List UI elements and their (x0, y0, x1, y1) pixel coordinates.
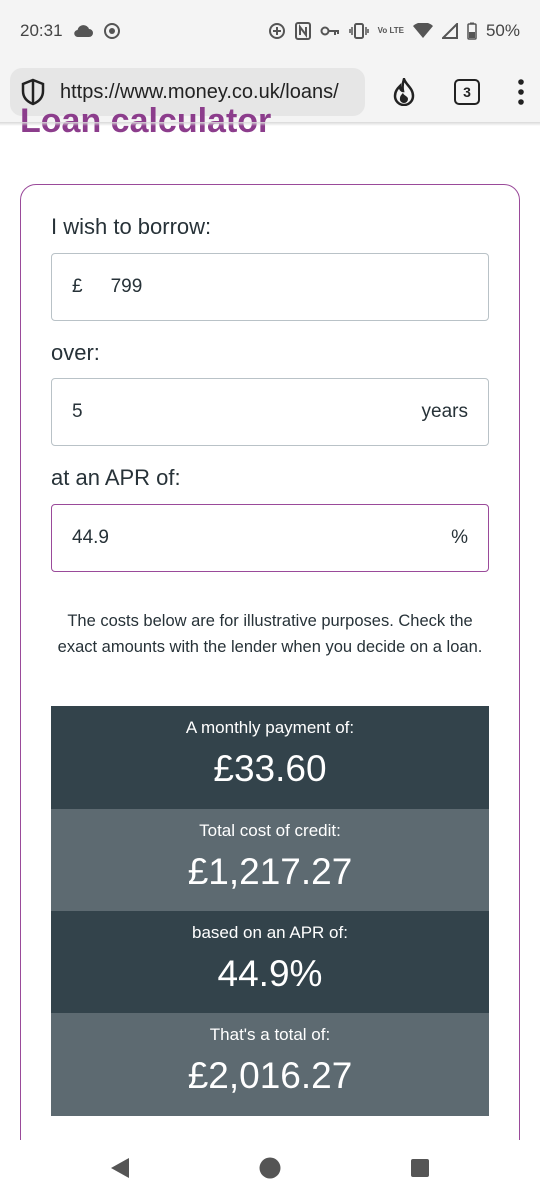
sync-icon (103, 22, 121, 40)
term-field[interactable]: 5 years (51, 378, 489, 446)
fire-icon[interactable] (392, 78, 416, 106)
apr-result: based on an APR of: 44.9% (51, 911, 489, 1014)
signal-icon (441, 23, 458, 39)
battery-percent: 50% (485, 21, 520, 40)
home-circle-icon[interactable] (259, 1157, 281, 1184)
url-text[interactable]: https://www.money.co.uk/loans/ (60, 81, 339, 104)
recents-square-icon[interactable] (410, 1158, 430, 1183)
wifi-icon (412, 23, 433, 39)
amount-field[interactable]: £ 799 (51, 253, 489, 321)
shield-icon[interactable] (20, 78, 46, 106)
home-button[interactable] (195, 1157, 345, 1184)
disclaimer-text: The costs below are for illustrative pur… (57, 612, 483, 656)
apr-unit: % (451, 527, 468, 548)
term-label: over: (51, 340, 100, 365)
system-nav-bar (0, 1140, 540, 1200)
vibrate-icon (348, 23, 369, 39)
overflow-menu-icon[interactable] (518, 79, 524, 105)
data-saver-icon (268, 22, 286, 40)
result-value: £1,217.27 (187, 851, 353, 892)
vpn-key-icon (320, 25, 340, 37)
toolbar-shadow (0, 122, 540, 126)
page-title: Loan calculator (20, 104, 272, 134)
apr-label: at an APR of: (51, 465, 181, 490)
result-value: 44.9% (217, 953, 323, 994)
cloud-icon (73, 24, 93, 38)
result-value: £33.60 (213, 748, 327, 789)
result-label: That's a total of: (209, 1025, 331, 1044)
status-bar: 20:31 Vo LTE 50% (0, 0, 540, 62)
borrow-label: I wish to borrow: (51, 214, 212, 239)
result-label: Total cost of credit: (199, 821, 341, 840)
total-repayable-result: That's a total of: £2,016.27 (51, 1013, 489, 1116)
clock: 20:31 (20, 21, 63, 40)
battery-icon (467, 22, 477, 40)
back-triangle-icon[interactable] (110, 1157, 130, 1184)
apr-field[interactable]: 44.9 % (51, 504, 489, 572)
apr-value[interactable]: 44.9 (72, 527, 109, 549)
currency-symbol: £ (72, 276, 83, 297)
term-unit: years (421, 401, 468, 422)
result-label: based on an APR of: (192, 923, 348, 942)
tab-switcher-button[interactable]: 3 (454, 79, 480, 105)
result-label: A monthly payment of: (185, 718, 355, 737)
result-value: £2,016.27 (187, 1055, 353, 1096)
back-button[interactable] (45, 1157, 195, 1184)
recents-button[interactable] (345, 1158, 495, 1183)
monthly-payment-result: A monthly payment of: £33.60 (51, 706, 489, 809)
term-value[interactable]: 5 (72, 401, 83, 423)
nfc-icon (294, 22, 311, 40)
total-cost-of-credit-result: Total cost of credit: £1,217.27 (51, 809, 489, 912)
amount-value[interactable]: 799 (111, 276, 143, 298)
volte-icon: Vo LTE (377, 26, 404, 35)
